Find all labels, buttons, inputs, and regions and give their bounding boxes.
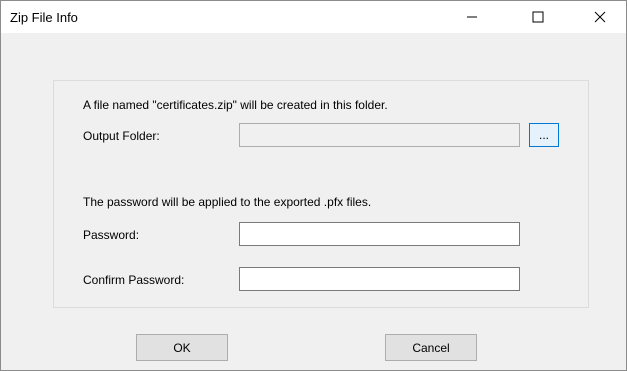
title-bar: Zip File Info (1, 1, 626, 33)
minimize-icon (467, 16, 477, 18)
password-label: Password: (83, 228, 140, 242)
password-info-text: The password will be applied to the expo… (83, 195, 372, 209)
cancel-button[interactable]: Cancel (385, 334, 477, 361)
folder-info-text: A file named "certificates.zip" will be … (83, 98, 388, 112)
maximize-icon (532, 11, 544, 23)
output-folder-field[interactable] (239, 123, 520, 147)
close-button[interactable] (577, 1, 623, 33)
minimize-button[interactable] (449, 1, 495, 33)
window-title: Zip File Info (10, 10, 78, 25)
maximize-button[interactable] (515, 1, 561, 33)
close-icon (594, 11, 606, 23)
zip-file-info-dialog: Zip File Info A file named "certificates… (0, 0, 627, 371)
browse-folder-button[interactable]: ... (529, 123, 559, 147)
ok-button[interactable]: OK (136, 334, 228, 361)
confirm-password-label: Confirm Password: (83, 273, 185, 287)
output-folder-label: Output Folder: (83, 129, 160, 143)
password-field[interactable] (239, 222, 520, 246)
confirm-password-field[interactable] (239, 267, 520, 291)
